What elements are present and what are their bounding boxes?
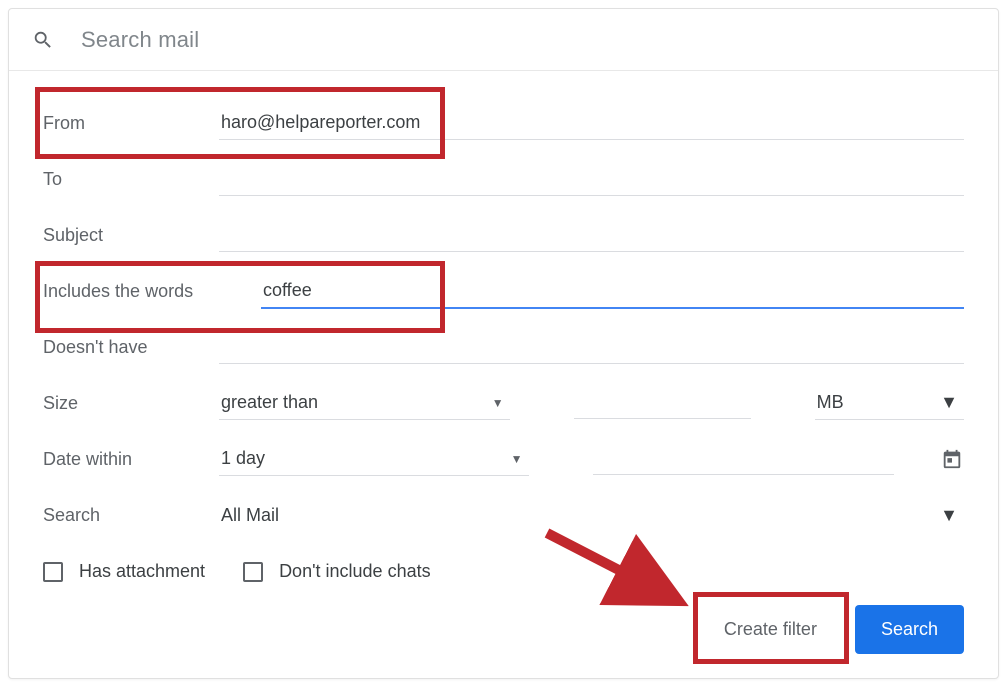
no-chats-checkbox[interactable]: Don't include chats	[243, 561, 431, 582]
filter-panel: Search mail From To Subject Includes the…	[8, 8, 999, 679]
caret-down-icon: ▼	[940, 392, 958, 413]
to-input[interactable]	[219, 162, 964, 196]
caret-down-icon: ▼	[492, 396, 504, 410]
date-within-label: Date within	[43, 449, 201, 470]
search-icon	[31, 28, 55, 52]
checkbox-box	[243, 562, 263, 582]
checkbox-row: Has attachment Don't include chats	[43, 561, 964, 582]
includes-row: Includes the words	[43, 263, 964, 319]
search-button[interactable]: Search	[855, 605, 964, 654]
includes-label: Includes the words	[43, 281, 243, 302]
checkbox-box	[43, 562, 63, 582]
date-within-value: 1 day	[221, 448, 265, 469]
date-input[interactable]	[593, 443, 895, 475]
size-unit-value: MB	[817, 392, 844, 413]
search-placeholder: Search mail	[81, 27, 199, 53]
has-attachment-label: Has attachment	[79, 561, 205, 582]
from-row: From	[43, 95, 964, 151]
search-scope-dropdown[interactable]: All Mail ▼	[219, 499, 964, 532]
calendar-icon[interactable]	[940, 447, 964, 471]
from-input[interactable]	[219, 106, 964, 140]
size-comparator-value: greater than	[221, 392, 318, 413]
search-scope-row: Search All Mail ▼	[43, 487, 964, 543]
search-bar[interactable]: Search mail	[9, 9, 998, 71]
size-unit-dropdown[interactable]: MB ▼	[815, 386, 964, 420]
size-row: Size greater than ▼ MB ▼	[43, 375, 964, 431]
has-attachment-checkbox[interactable]: Has attachment	[43, 561, 205, 582]
date-within-dropdown[interactable]: 1 day ▼	[219, 442, 529, 476]
doesnt-input[interactable]	[219, 330, 964, 364]
size-comparator-dropdown[interactable]: greater than ▼	[219, 386, 510, 420]
includes-input[interactable]	[261, 274, 964, 309]
doesnt-label: Doesn't have	[43, 337, 201, 358]
form-area: From To Subject Includes the words Doesn…	[9, 71, 998, 582]
subject-label: Subject	[43, 225, 201, 246]
subject-row: Subject	[43, 207, 964, 263]
subject-input[interactable]	[219, 218, 964, 252]
from-label: From	[43, 113, 201, 134]
caret-down-icon: ▼	[940, 505, 958, 526]
size-value-input[interactable]	[574, 387, 751, 419]
doesnt-row: Doesn't have	[43, 319, 964, 375]
search-scope-value: All Mail	[221, 505, 279, 526]
search-scope-label: Search	[43, 505, 201, 526]
no-chats-label: Don't include chats	[279, 561, 431, 582]
create-filter-button[interactable]: Create filter	[704, 605, 837, 654]
to-label: To	[43, 169, 201, 190]
button-row: Create filter Search	[704, 605, 964, 654]
to-row: To	[43, 151, 964, 207]
size-label: Size	[43, 393, 201, 414]
caret-down-icon: ▼	[511, 452, 523, 466]
date-within-row: Date within 1 day ▼	[43, 431, 964, 487]
